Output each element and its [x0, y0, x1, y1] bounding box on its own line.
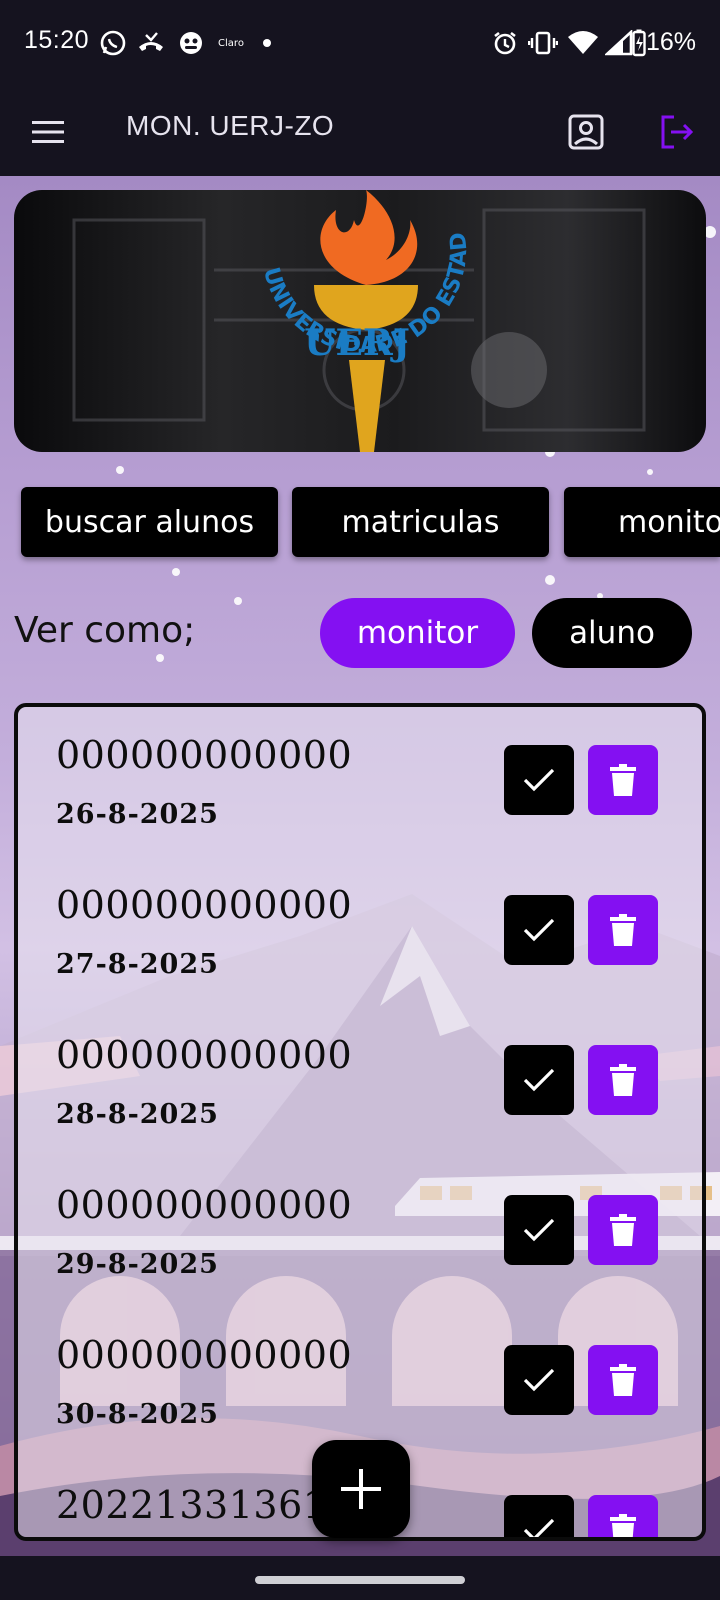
delete-button[interactable] [588, 1045, 658, 1115]
record-id: 000000000000 [56, 733, 353, 777]
record-id: 202213313610 [56, 1483, 353, 1527]
record-id: 000000000000 [56, 1183, 353, 1227]
trash-icon [610, 1214, 636, 1246]
record-date: 28-8-2025 [56, 1099, 219, 1130]
delete-button[interactable] [588, 1495, 658, 1537]
signal-icon [604, 28, 634, 58]
app-bar: MON. UERJ-ZO [0, 88, 720, 176]
vibrate-icon [528, 28, 558, 58]
confirm-button[interactable] [504, 745, 574, 815]
trash-icon [610, 1514, 636, 1537]
claro-icon: Claro [218, 37, 244, 49]
check-icon [523, 1068, 555, 1092]
view-as-label: Ver como; [14, 610, 196, 651]
delete-button[interactable] [588, 745, 658, 815]
record-date: 29-8-2025 [56, 1249, 219, 1280]
trash-icon [610, 764, 636, 796]
record-id: 000000000000 [56, 883, 353, 927]
tab-buscar-alunos[interactable]: buscar alunos [21, 487, 278, 557]
battery-charging-icon [632, 28, 646, 58]
app-icon [176, 28, 206, 58]
check-icon [523, 1518, 555, 1537]
tab-matriculas[interactable]: matriculas [292, 487, 549, 557]
view-as-monitor-button[interactable]: monitor [320, 598, 515, 668]
wifi-icon [566, 28, 600, 58]
add-record-button[interactable] [312, 1440, 410, 1538]
home-gesture-handle[interactable] [255, 1576, 465, 1584]
account-box-icon[interactable] [560, 106, 612, 158]
check-icon [523, 1218, 555, 1242]
check-icon [523, 768, 555, 792]
trash-icon [610, 1364, 636, 1396]
status-bar: 15:20 Claro 16% [0, 0, 720, 88]
logo-ring-text: UNIVERSIDADE DO ESTADO DO RIO DE JANEIRO [14, 190, 472, 358]
delete-button[interactable] [588, 895, 658, 965]
whatsapp-icon [98, 28, 128, 58]
trash-icon [610, 914, 636, 946]
list-item: 000000000000 27-8-2025 [18, 857, 702, 1007]
record-date: 27-8-2025 [56, 949, 219, 980]
delete-button[interactable] [588, 1195, 658, 1265]
record-date: 30-8-2025 [56, 1399, 219, 1430]
list-item: 000000000000 28-8-2025 [18, 1007, 702, 1157]
delete-button[interactable] [588, 1345, 658, 1415]
alarm-icon [490, 28, 520, 58]
gesture-nav-bar [0, 1556, 720, 1600]
logout-icon[interactable] [650, 106, 702, 158]
status-time: 15:20 [24, 26, 90, 54]
app-title: MON. UERJ-ZO [126, 110, 335, 141]
confirm-button[interactable] [504, 1045, 574, 1115]
missed-call-icon [136, 28, 166, 58]
view-as-aluno-button[interactable]: aluno [532, 598, 692, 668]
tab-monitores[interactable]: monito [564, 487, 720, 557]
records-list: 000000000000 26-8-2025 000000000000 27-8… [14, 703, 706, 1541]
confirm-button[interactable] [504, 1195, 574, 1265]
uerj-logo: UERJ UNIVERSIDADE DO ESTADO DO RIO DE JA… [14, 190, 646, 452]
record-id: 000000000000 [56, 1333, 353, 1377]
list-item: 000000000000 26-8-2025 [18, 707, 702, 857]
check-icon [523, 1368, 555, 1392]
list-item: 000000000000 29-8-2025 [18, 1157, 702, 1307]
record-date: 26-8-2025 [56, 799, 219, 830]
check-icon [523, 918, 555, 942]
confirm-button[interactable] [504, 895, 574, 965]
record-id: 000000000000 [56, 1033, 353, 1077]
uerj-banner: UERJ UNIVERSIDADE DO ESTADO DO RIO DE JA… [14, 190, 706, 452]
plus-icon [341, 1469, 381, 1509]
hamburger-menu-icon[interactable] [22, 106, 74, 158]
trash-icon [610, 1064, 636, 1096]
confirm-button[interactable] [504, 1345, 574, 1415]
confirm-button[interactable] [504, 1495, 574, 1537]
dot-icon [262, 28, 272, 58]
battery-percentage: 16% [646, 28, 697, 56]
list-item: 000000000000 30-8-2025 [18, 1307, 702, 1457]
